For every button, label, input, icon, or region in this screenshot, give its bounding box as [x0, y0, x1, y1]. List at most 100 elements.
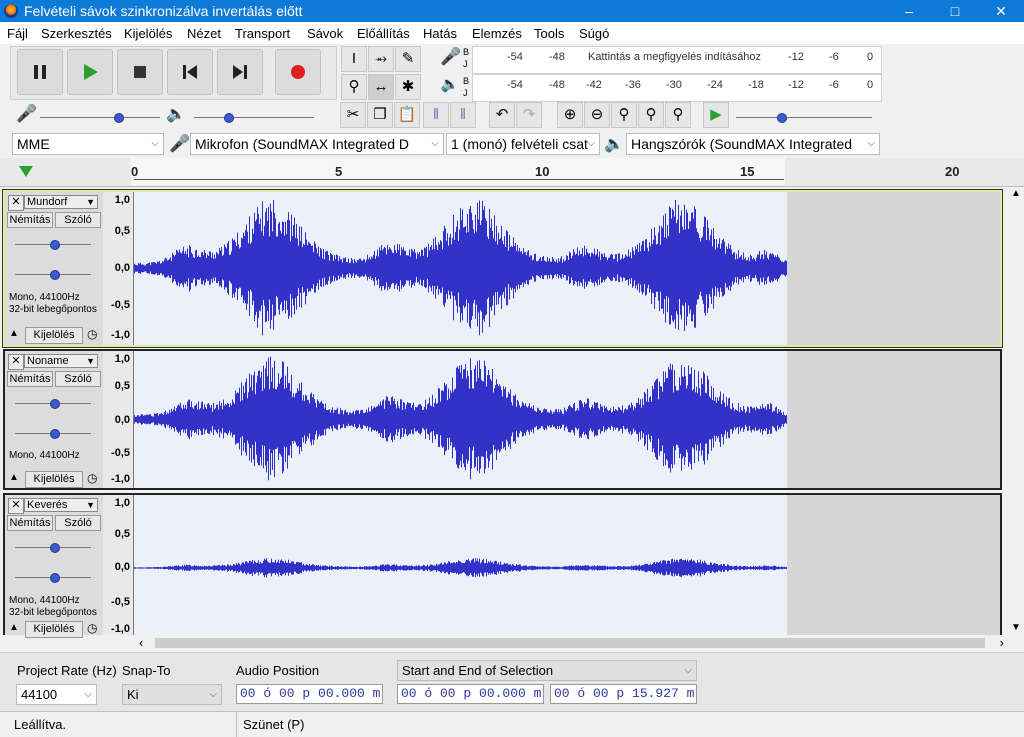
- close-track-button[interactable]: ✕: [8, 195, 24, 211]
- paste-button[interactable]: 📋: [394, 102, 420, 128]
- recording-meter[interactable]: -54 -48 Kattintás a megfigyelés indításá…: [472, 46, 882, 74]
- scroll-left-icon[interactable]: ‹: [139, 635, 143, 650]
- menu-generate[interactable]: Előállítás: [357, 26, 410, 41]
- project-rate-select[interactable]: 44100 ⌵: [16, 684, 97, 705]
- mute-button[interactable]: Némítás: [7, 515, 53, 531]
- vertical-scrollbar[interactable]: ▲ ▼: [1008, 188, 1024, 635]
- selection-end-field[interactable]: 00 ó 00 p 15.927 m: [550, 684, 697, 704]
- collapse-track-icon[interactable]: ▲: [9, 472, 19, 483]
- redo-icon: ↷: [522, 106, 536, 123]
- waveform-area[interactable]: [134, 192, 787, 345]
- play-button[interactable]: [67, 49, 113, 95]
- mic-meter-icon[interactable]: 🎤: [440, 47, 461, 71]
- menu-analyze[interactable]: Elemzés: [472, 26, 522, 41]
- multi-tool-button[interactable]: ✱: [395, 74, 421, 100]
- collapse-track-icon[interactable]: ▲: [9, 622, 19, 633]
- menu-edit[interactable]: Szerkesztés: [41, 26, 112, 41]
- pan-knob[interactable]: [50, 270, 60, 280]
- envelope-tool-button[interactable]: ⥇: [368, 46, 394, 72]
- play-speed-knob[interactable]: [777, 113, 787, 123]
- output-device-select[interactable]: Hangszórók (SoundMAX Integrated ⌵: [626, 133, 880, 155]
- undo-button[interactable]: ↶: [489, 102, 515, 128]
- menu-file[interactable]: Fájl: [7, 26, 28, 41]
- redo-button[interactable]: ↷: [516, 102, 542, 128]
- pan-knob[interactable]: [50, 429, 60, 439]
- menu-tracks[interactable]: Sávok: [307, 26, 343, 41]
- cut-button[interactable]: ✂: [340, 102, 366, 128]
- mute-button[interactable]: Némítás: [7, 212, 53, 228]
- fit-project-button[interactable]: ⚲: [638, 102, 664, 128]
- menu-transport[interactable]: Transport: [235, 26, 290, 41]
- timeline-ruler[interactable]: 0 5 10 15 20: [0, 158, 1024, 187]
- zoom-toggle-button[interactable]: ⚲: [665, 102, 691, 128]
- skip-to-end-button[interactable]: [217, 49, 263, 95]
- collapse-track-icon[interactable]: ▲: [9, 328, 19, 339]
- audio-track[interactable]: ✕ Keverés ▼ Némítás Szóló Mono, 44100Hz 3…: [3, 493, 1002, 638]
- selection-tool-button[interactable]: I: [341, 46, 367, 72]
- pin-playhead-icon[interactable]: [17, 162, 35, 180]
- maximize-button[interactable]: □: [932, 0, 978, 22]
- play-speed-slider[interactable]: [736, 117, 872, 118]
- zoom-out-button[interactable]: ⊖: [584, 102, 610, 128]
- input-device-select[interactable]: Mikrofon (SoundMAX Integrated D ⌵: [190, 133, 444, 155]
- track-name-menu[interactable]: Noname ▼: [24, 354, 98, 368]
- audio-host-select[interactable]: MME ⌵: [12, 133, 164, 155]
- record-button[interactable]: [275, 49, 321, 95]
- waveform-area[interactable]: [134, 351, 787, 488]
- pan-knob[interactable]: [50, 573, 60, 583]
- selection-start-field[interactable]: 00 ó 00 p 00.000 m: [397, 684, 544, 704]
- waveform-area[interactable]: [134, 495, 787, 635]
- track-name-menu[interactable]: Keverés ▼: [24, 498, 98, 512]
- recording-volume-slider[interactable]: [40, 117, 160, 118]
- pause-button[interactable]: [17, 49, 63, 95]
- audio-position-field[interactable]: 00 ó 00 p 00.000 m: [236, 684, 383, 704]
- select-track-button[interactable]: Kijelölés: [25, 621, 83, 638]
- stop-button[interactable]: [117, 49, 163, 95]
- zoom-tool-button[interactable]: ⚲: [341, 74, 367, 100]
- gain-knob[interactable]: [50, 399, 60, 409]
- playback-meter[interactable]: -54 -48 -42 -36 -30 -24 -18 -12 -6 0: [472, 74, 882, 102]
- mute-button[interactable]: Némítás: [7, 371, 53, 387]
- fit-selection-button[interactable]: ⚲: [611, 102, 637, 128]
- snap-to-value: Ki: [127, 687, 139, 702]
- play-at-speed-button[interactable]: ▶: [703, 102, 729, 128]
- draw-tool-button[interactable]: ✎: [395, 46, 421, 72]
- close-track-button[interactable]: ✕: [8, 498, 24, 514]
- zoom-in-button[interactable]: ⊕: [557, 102, 583, 128]
- audio-track[interactable]: ✕ Mundorf ▼ Némítás Szóló Mono, 44100Hz 3…: [2, 189, 1003, 348]
- select-track-button[interactable]: Kijelölés: [25, 327, 83, 344]
- audio-track[interactable]: ✕ Noname ▼ Némítás Szóló Mono, 44100Hz ▲ …: [3, 349, 1002, 490]
- gain-knob[interactable]: [50, 543, 60, 553]
- snap-to-select[interactable]: Ki ⌵: [122, 684, 222, 705]
- solo-button[interactable]: Szóló: [55, 371, 101, 387]
- menu-effect[interactable]: Hatás: [423, 26, 457, 41]
- playback-volume-knob[interactable]: [224, 113, 234, 123]
- scroll-up-icon[interactable]: ▲: [1011, 188, 1021, 199]
- skip-to-start-button[interactable]: [167, 49, 213, 95]
- scroll-down-icon[interactable]: ▼: [1011, 622, 1021, 633]
- close-track-button[interactable]: ✕: [8, 354, 24, 370]
- solo-button[interactable]: Szóló: [55, 212, 101, 228]
- gain-knob[interactable]: [50, 240, 60, 250]
- menu-select[interactable]: Kijelölés: [124, 26, 172, 41]
- select-track-button[interactable]: Kijelölés: [25, 471, 83, 488]
- minimize-button[interactable]: –: [886, 0, 932, 22]
- horizontal-scroll-thumb[interactable]: [155, 638, 985, 648]
- copy-button[interactable]: ❐: [367, 102, 393, 128]
- menu-help[interactable]: Súgó: [579, 26, 609, 41]
- playback-volume-slider[interactable]: [194, 117, 314, 118]
- track-name-menu[interactable]: Mundorf ▼: [24, 195, 98, 209]
- timeshift-tool-button[interactable]: ↔: [368, 74, 394, 100]
- menu-tools[interactable]: Tools: [534, 26, 564, 41]
- input-channels-select[interactable]: 1 (monó) felvételi csat ⌵: [446, 133, 600, 155]
- trim-button[interactable]: ‖: [423, 102, 449, 128]
- solo-button[interactable]: Szóló: [55, 515, 101, 531]
- recording-volume-knob[interactable]: [114, 113, 124, 123]
- silence-button[interactable]: ‖: [450, 102, 476, 128]
- close-window-button[interactable]: ✕: [978, 0, 1024, 22]
- scroll-right-icon[interactable]: ›: [1000, 635, 1004, 650]
- menu-view[interactable]: Nézet: [187, 26, 221, 41]
- speaker-meter-icon[interactable]: 🔈: [440, 75, 460, 99]
- selection-mode-select[interactable]: Start and End of Selection ⌵: [397, 660, 697, 681]
- horizontal-scrollbar[interactable]: ‹ ›: [131, 635, 1008, 650]
